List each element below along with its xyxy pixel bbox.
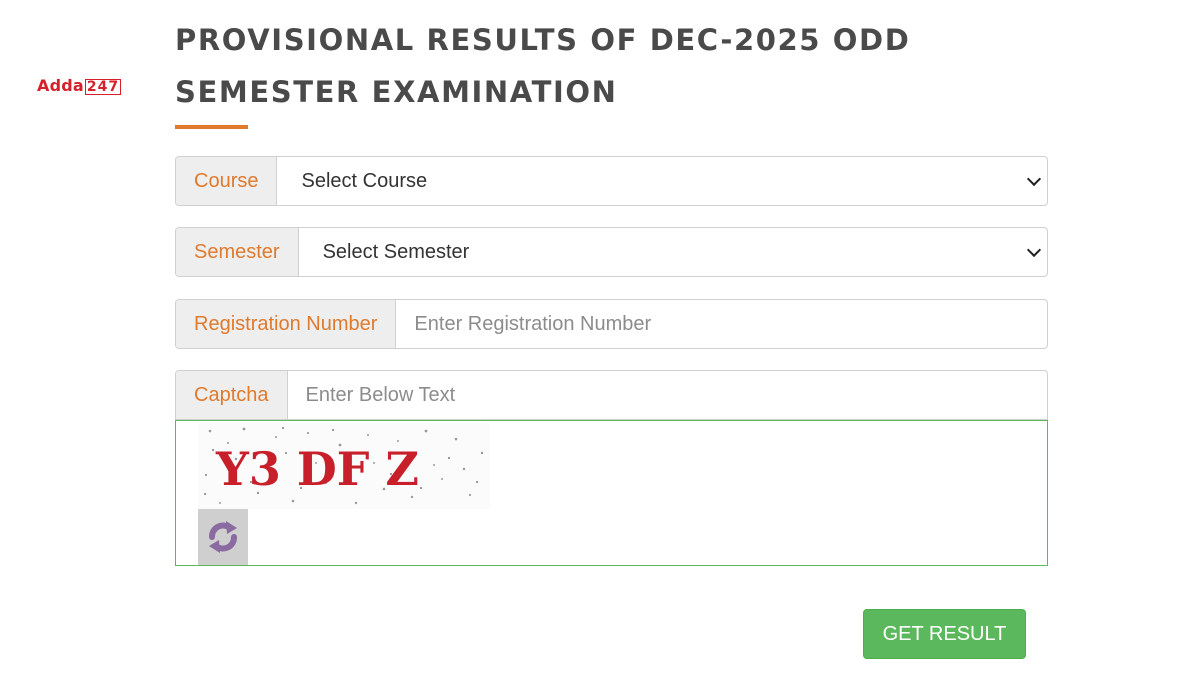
registration-label: Registration Number <box>176 300 397 348</box>
semester-group: Semester Select Semester <box>175 227 1048 277</box>
registration-number-input[interactable] <box>414 300 1029 348</box>
captcha-label: Captcha <box>176 371 288 419</box>
refresh-icon <box>209 521 237 553</box>
captcha-image: Y3 DF Z <box>198 423 490 509</box>
page-title: PROVISIONAL RESULTS OF DEC-2025 ODD SEME… <box>175 14 1035 118</box>
registration-group: Registration Number <box>175 299 1048 349</box>
logo-brand: Adda <box>37 76 84 95</box>
logo-number: 247 <box>84 79 122 95</box>
page-title-line2: SEMESTER EXAMINATION <box>175 75 618 109</box>
page-title-line1: PROVISIONAL RESULTS OF DEC-2025 ODD <box>175 23 911 57</box>
title-underline <box>175 125 248 129</box>
chevron-down-icon <box>1026 242 1042 258</box>
semester-select[interactable]: Select Semester <box>299 228 1047 276</box>
semester-select-value: Select Semester <box>322 240 470 263</box>
course-group: Course Select Course <box>175 156 1048 206</box>
captcha-input[interactable] <box>305 371 1029 419</box>
course-select[interactable]: Select Course <box>277 157 1047 205</box>
captcha-box: Y3 DF Z <box>175 420 1048 566</box>
course-label: Course <box>176 157 278 205</box>
adda247-logo: Adda 247 <box>37 76 122 95</box>
registration-field-wrap <box>396 300 1047 348</box>
captcha-text: Y3 DF Z <box>215 442 419 496</box>
course-select-value: Select Course <box>301 169 428 192</box>
chevron-down-icon <box>1026 171 1042 187</box>
captcha-field-wrap <box>288 371 1048 419</box>
get-result-button[interactable]: GET RESULT <box>863 609 1026 659</box>
refresh-captcha-button[interactable] <box>198 509 248 565</box>
semester-label: Semester <box>176 228 299 276</box>
captcha-group: Captcha <box>175 370 1048 420</box>
